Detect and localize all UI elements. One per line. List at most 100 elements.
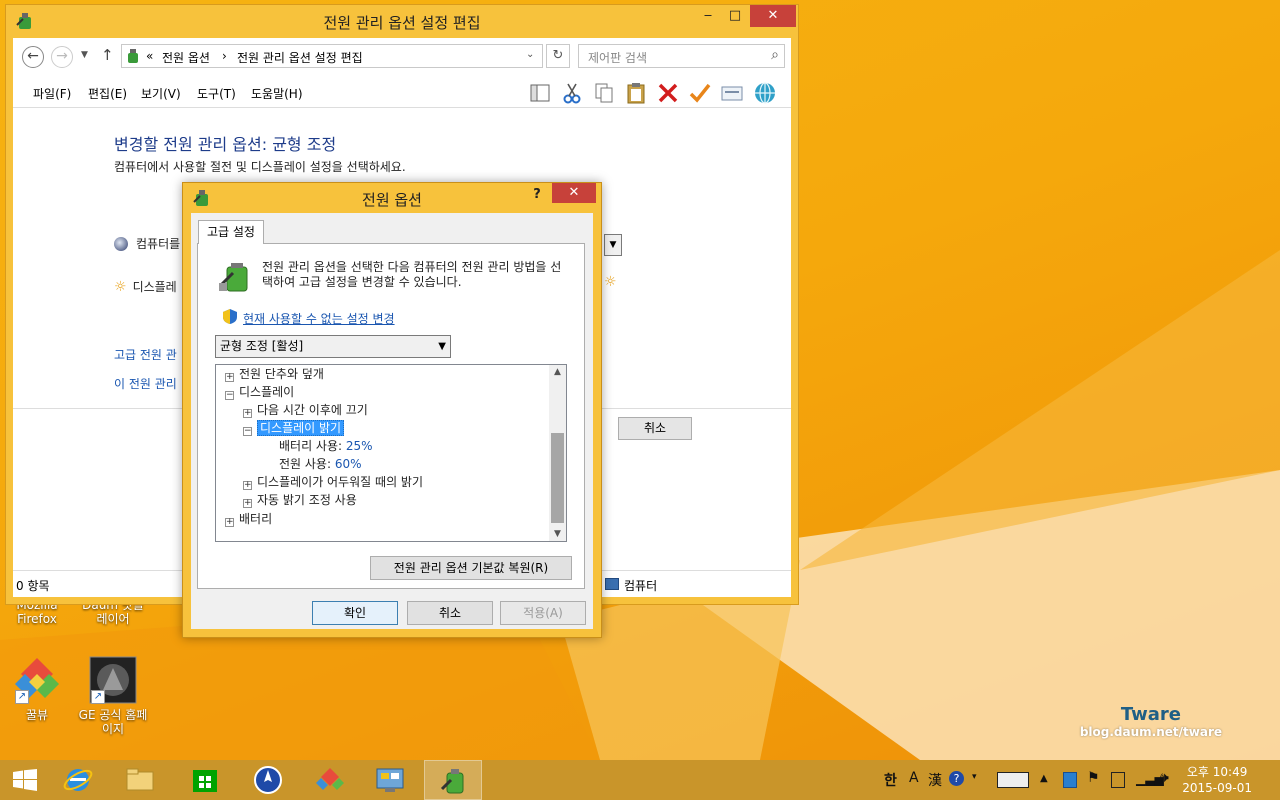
taskbar-power-options[interactable] <box>424 760 482 800</box>
tree-node-dimmed-brightness[interactable]: + 디스플레이가 어두워질 때의 밝기 <box>243 473 423 491</box>
up-button[interactable]: ↑ <box>101 46 114 64</box>
desktop-icon-ge[interactable]: ↗ GE 공식 홈페이지 <box>78 656 148 736</box>
window-titlebar[interactable]: 전원 관리 옵션 설정 편집 ‒ □ ✕ <box>6 5 798 37</box>
clock[interactable]: 오후 10:49 2015-09-01 <box>1182 764 1252 796</box>
chevron-down-icon: ▼ <box>438 341 446 352</box>
taskbar-honeyview[interactable] <box>302 760 358 800</box>
control-panel-icon <box>376 768 404 792</box>
power-plan-value: 균형 조정 [활성] <box>220 339 304 353</box>
taskbar-file-explorer[interactable] <box>112 760 168 800</box>
delete-icon[interactable] <box>656 81 680 105</box>
refresh-button[interactable]: ↻ <box>546 44 570 68</box>
breadcrumb-power-options[interactable]: 전원 옵션 <box>162 49 210 66</box>
help-icon[interactable]: ? <box>949 771 964 786</box>
checkmark-icon[interactable] <box>688 81 712 105</box>
tree-label: 전원 단추와 덮개 <box>239 367 324 381</box>
action-center-flag-icon[interactable]: ⚑ <box>1087 770 1100 786</box>
taskbar-ie[interactable] <box>50 760 106 800</box>
tree-node-battery[interactable]: + 배터리 <box>225 510 272 528</box>
scroll-up-icon[interactable]: ▲ <box>549 367 566 377</box>
taskbar-store[interactable] <box>178 760 234 800</box>
battery-icon[interactable] <box>1111 772 1125 788</box>
scroll-down-icon[interactable]: ▼ <box>549 529 566 539</box>
close-button[interactable]: ✕ <box>750 5 796 27</box>
tree-scrollbar[interactable]: ▲ ▼ <box>549 365 566 541</box>
taskbar-app-compass[interactable] <box>240 760 296 800</box>
tree-node-plugged-in[interactable]: 전원 사용: 60% <box>279 455 362 473</box>
network-adapter-icon[interactable] <box>1063 772 1077 788</box>
ime-options-icon[interactable]: ▾ <box>972 772 977 782</box>
dialog-cancel-button[interactable]: 취소 <box>407 601 493 625</box>
ok-button[interactable]: 확인 <box>312 601 398 625</box>
sleep-setting-row: 컴퓨터를 <box>114 235 180 252</box>
properties-icon[interactable] <box>720 81 744 105</box>
search-placeholder: 제어판 검색 <box>588 51 648 65</box>
settings-tree[interactable]: + 전원 단추와 덮개 − 디스플레이 + 다음 시간 이후에 끄기 − 디스플레이 밝… <box>215 364 567 542</box>
restore-defaults-button[interactable]: 전원 관리 옵션 기본값 복원(R) <box>370 556 572 580</box>
menu-edit[interactable]: 편집(E) <box>88 85 127 102</box>
menu-help[interactable]: 도움말(H) <box>251 85 303 102</box>
store-icon <box>193 770 217 792</box>
copy-icon[interactable] <box>592 81 616 105</box>
tree-label: 디스플레이 <box>239 385 295 399</box>
scroll-thumb[interactable] <box>551 433 564 523</box>
tree-node-adaptive-brightness[interactable]: + 자동 밝기 조정 사용 <box>243 491 357 509</box>
start-button[interactable] <box>0 760 50 800</box>
keyboard-icon[interactable] <box>997 772 1029 788</box>
address-box[interactable]: « 전원 옵션 › 전원 관리 옵션 설정 편집 ⌄ <box>121 44 543 68</box>
power-plan-select[interactable]: 균형 조정 [활성] ▼ <box>215 335 451 358</box>
forward-button[interactable]: → <box>51 46 73 68</box>
paste-icon[interactable] <box>624 81 648 105</box>
apply-button[interactable]: 적용(A) <box>500 601 586 625</box>
help-button[interactable]: ? <box>527 184 547 206</box>
maximize-button[interactable]: □ <box>722 5 748 27</box>
globe-icon[interactable] <box>753 81 777 105</box>
expand-icon[interactable]: + <box>225 373 234 382</box>
battery-brightness-value[interactable]: 25% <box>346 439 373 453</box>
breadcrumb-separator[interactable]: › <box>222 49 227 63</box>
search-input[interactable]: 제어판 검색 ⌕ <box>578 44 785 68</box>
layout-pane-icon[interactable] <box>528 81 552 105</box>
dialog-close-button[interactable]: ✕ <box>552 183 596 203</box>
plugged-brightness-value[interactable]: 60% <box>335 457 362 471</box>
tab-advanced-settings[interactable]: 고급 설정 <box>198 220 264 244</box>
tree-node-brightness[interactable]: − 디스플레이 밝기 <box>243 419 345 437</box>
windows-logo-icon <box>13 769 37 791</box>
ime-alpha-indicator[interactable]: A <box>909 770 919 786</box>
ime-hangul-indicator[interactable]: 한 <box>884 770 897 790</box>
collapse-icon[interactable]: − <box>225 391 234 400</box>
tree-node-turn-off-after[interactable]: + 다음 시간 이후에 끄기 <box>243 401 368 419</box>
change-unavailable-settings-link[interactable]: 현재 사용할 수 없는 설정 변경 <box>243 310 395 327</box>
menu-tools[interactable]: 도구(T) <box>197 85 236 102</box>
ime-hanja-indicator[interactable]: 漢 <box>928 770 942 790</box>
expand-icon[interactable]: + <box>243 481 252 490</box>
menu-view[interactable]: 보기(V) <box>141 85 181 102</box>
sleep-dropdown-arrow[interactable]: ▼ <box>604 234 622 256</box>
expand-icon[interactable]: + <box>225 518 234 527</box>
search-icon[interactable]: ⌕ <box>771 47 779 63</box>
restore-defaults-link[interactable]: 이 전원 관리 <box>114 375 177 392</box>
taskbar-control-panel[interactable] <box>362 760 418 800</box>
volume-icon[interactable]: 🕪 <box>1160 770 1169 786</box>
tree-node-on-battery[interactable]: 배터리 사용: 25% <box>279 437 373 455</box>
cut-icon[interactable] <box>560 81 584 105</box>
menu-file[interactable]: 파일(F) <box>33 85 71 102</box>
cancel-button[interactable]: 취소 <box>618 417 692 440</box>
advanced-settings-link[interactable]: 고급 전원 관 <box>114 346 177 363</box>
breadcrumb-edit-plan[interactable]: 전원 관리 옵션 설정 편집 <box>237 49 363 66</box>
collapse-icon[interactable]: − <box>243 427 252 436</box>
tree-label: 디스플레이가 어두워질 때의 밝기 <box>257 475 424 489</box>
clock-time: 오후 10:49 <box>1186 765 1248 779</box>
minimize-button[interactable]: ‒ <box>695 5 721 27</box>
menu-bar: 파일(F) 편집(E) 보기(V) 도구(T) 도움말(H) <box>13 76 791 108</box>
tree-node-power-buttons[interactable]: + 전원 단추와 덮개 <box>225 365 324 383</box>
desktop-icon-honeyview[interactable]: ↗ 꿀뷰 <box>2 656 72 722</box>
recent-locations-dropdown[interactable]: ▼ <box>81 50 88 60</box>
show-hidden-icons[interactable]: ▲ <box>1040 773 1048 784</box>
address-bar-row: ← → ▼ ↑ « 전원 옵션 › 전원 관리 옵션 설정 편집 ⌄ ↻ 제어판… <box>13 38 791 74</box>
address-dropdown-icon[interactable]: ⌄ <box>526 49 534 60</box>
expand-icon[interactable]: + <box>243 499 252 508</box>
expand-icon[interactable]: + <box>243 409 252 418</box>
back-button[interactable]: ← <box>22 46 44 68</box>
tree-node-display[interactable]: − 디스플레이 <box>225 383 294 401</box>
